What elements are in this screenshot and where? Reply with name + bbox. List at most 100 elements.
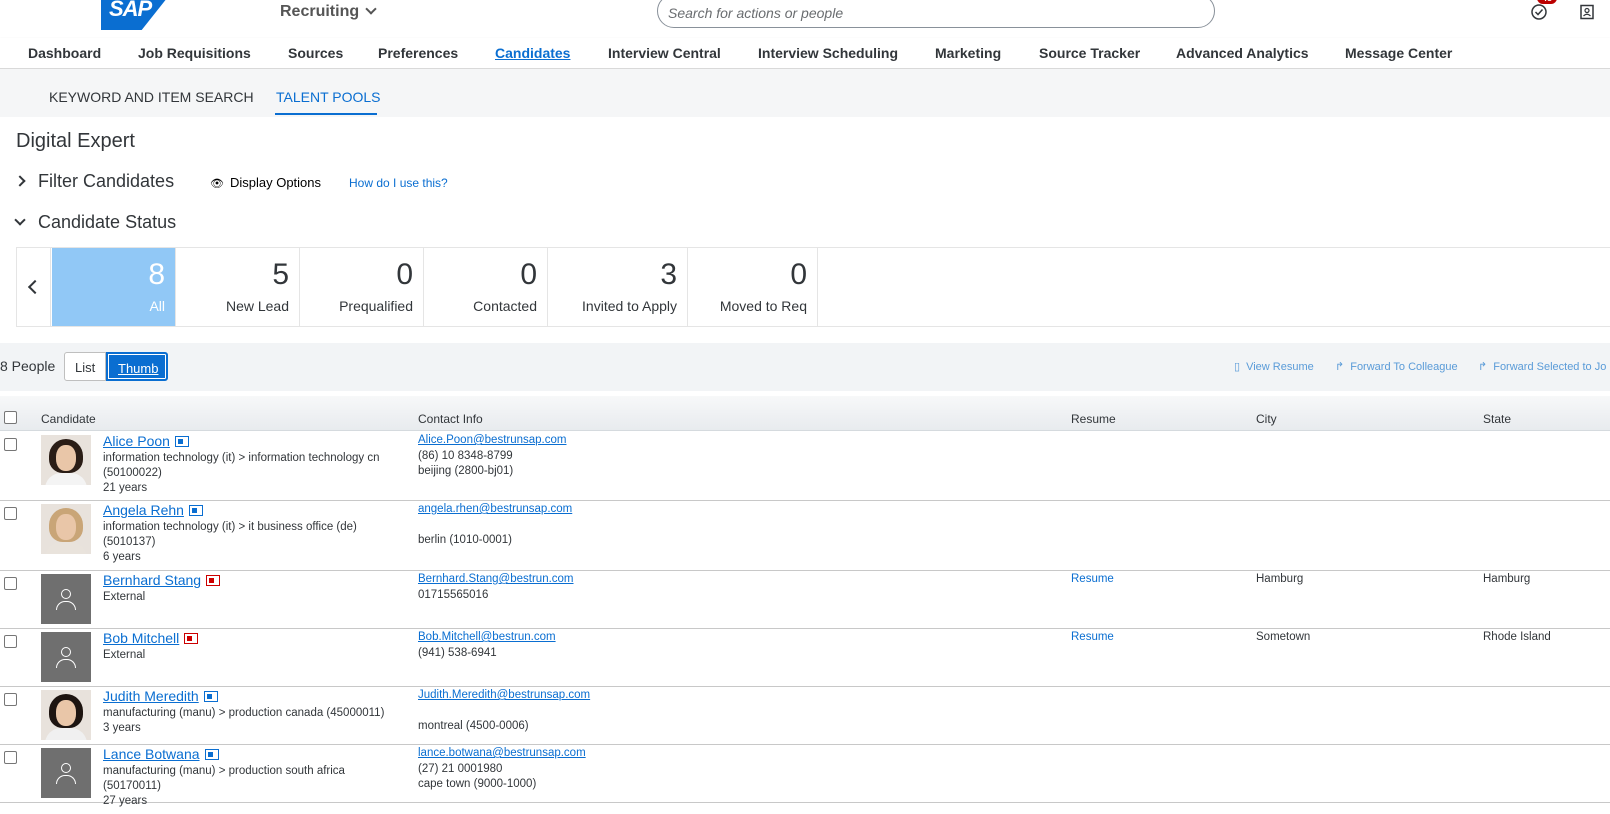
resume-card-icon[interactable] (174, 436, 189, 447)
candidate-status-toggle[interactable]: Candidate Status (14, 212, 176, 233)
nav-dashboard[interactable]: Dashboard (28, 45, 101, 61)
email-link[interactable]: Judith.Meredith@bestrunsap.com (418, 689, 590, 701)
candidate-detail: 3 years (103, 722, 141, 734)
col-contact-info[interactable]: Contact Info (418, 412, 483, 426)
table-row[interactable]: Bernhard Stang External Bernhard.Stang@bes… (0, 570, 1610, 629)
status-tile-prequalified[interactable]: 0 Prequalified (300, 248, 424, 326)
filter-candidates-toggle[interactable]: Filter Candidates (14, 171, 174, 192)
status-tile-new-lead[interactable]: 5 New Lead (176, 248, 300, 326)
avatar[interactable] (41, 690, 91, 740)
email-link[interactable]: Bob.Mitchell@bestrun.com (418, 631, 556, 643)
document-icon: ▯ (1234, 361, 1241, 373)
row-checkbox[interactable] (4, 577, 17, 590)
notifications-icon[interactable] (1531, 4, 1547, 20)
search-placeholder: Search for actions or people (668, 5, 844, 21)
email-link[interactable]: angela.rhen@bestrunsap.com (418, 503, 572, 515)
nav-interview-scheduling[interactable]: Interview Scheduling (758, 45, 898, 61)
candidate-name-link[interactable]: Judith Meredith (103, 688, 218, 704)
nav-candidates[interactable]: Candidates (495, 45, 570, 61)
resume-card-icon[interactable] (184, 633, 199, 644)
candidate-detail: (50170011) (103, 780, 161, 792)
contact-detail: beijing (2800-bj01) (418, 465, 514, 477)
contact-detail: berlin (1010-0001) (418, 534, 512, 546)
search-input[interactable]: Search for actions or people (657, 0, 1215, 28)
avatar[interactable] (41, 504, 91, 554)
eye-icon: 👁 (210, 178, 224, 190)
email-link[interactable]: lance.botwana@bestrunsap.com (418, 747, 586, 759)
tile-count: 3 (660, 258, 677, 291)
table-header: Candidate Contact Info Resume City State (0, 396, 1610, 431)
avatar-placeholder-icon[interactable] (41, 632, 91, 682)
resume-card-icon[interactable] (203, 691, 218, 702)
col-candidate[interactable]: Candidate (41, 412, 96, 426)
resume-link[interactable]: Resume (1071, 631, 1114, 643)
candidate-detail: information technology (it) > it busines… (103, 521, 357, 533)
candidate-name-link[interactable]: Angela Rehn (103, 502, 203, 518)
email-link[interactable]: Alice.Poon@bestrunsap.com (418, 434, 566, 446)
contact-detail: (86) 10 8348-8799 (418, 450, 513, 462)
app-title-menu[interactable]: Recruiting (280, 3, 377, 21)
user-profile-icon[interactable] (1579, 4, 1595, 20)
notification-badge: 48 (1537, 0, 1558, 4)
resume-card-icon[interactable] (206, 575, 221, 586)
list-view-button[interactable]: List (64, 352, 106, 381)
nav-sources[interactable]: Sources (288, 45, 343, 61)
previous-button[interactable] (17, 248, 51, 326)
nav-interview-central[interactable]: Interview Central (608, 45, 721, 61)
thumb-view-button[interactable]: Thumb (106, 352, 168, 381)
table-row[interactable]: Bob Mitchell External Bob.Mitchell@bestrun… (0, 628, 1610, 687)
row-checkbox[interactable] (4, 635, 17, 648)
col-resume[interactable]: Resume (1071, 412, 1116, 426)
row-checkbox[interactable] (4, 751, 17, 764)
table-row[interactable]: Lance Botwana manufacturing (manu) > prod… (0, 744, 1610, 807)
candidate-name-link[interactable]: Bernhard Stang (103, 572, 221, 588)
nav-job-requisitions[interactable]: Job Requisitions (138, 45, 251, 61)
action-label: Forward Selected to Jo (1493, 361, 1607, 373)
candidate-name-link[interactable]: Lance Botwana (103, 746, 219, 762)
nav-source-tracker[interactable]: Source Tracker (1039, 45, 1140, 61)
resume-card-icon[interactable] (204, 749, 219, 760)
nav-marketing[interactable]: Marketing (935, 45, 1001, 61)
status-tile-all[interactable]: 8 All (52, 248, 176, 326)
candidate-name-link[interactable]: Alice Poon (103, 433, 189, 449)
chevron-left-icon (27, 279, 43, 295)
display-options-button[interactable]: 👁 Display Options (210, 175, 321, 190)
nav-message-center[interactable]: Message Center (1345, 45, 1452, 61)
avatar-face (56, 700, 76, 726)
contact-detail: montreal (4500-0006) (418, 720, 529, 732)
forward-selected-button[interactable]: ↱ Forward Selected to Jo (1478, 360, 1606, 373)
candidate-name: Lance Botwana (103, 746, 200, 762)
status-tile-moved-to-req[interactable]: 0 Moved to Req (688, 248, 818, 326)
table-row[interactable]: Judith Meredith manufacturing (manu) > pr… (0, 686, 1610, 745)
nav-preferences[interactable]: Preferences (378, 45, 458, 61)
status-tile-invited-to-apply[interactable]: 3 Invited to Apply (548, 248, 688, 326)
row-checkbox[interactable] (4, 693, 17, 706)
table-row[interactable]: Alice Poon information technology (it) > … (0, 431, 1610, 501)
avatar-placeholder-icon[interactable] (41, 748, 91, 798)
forward-to-colleague-button[interactable]: ↱ Forward To Colleague (1335, 360, 1458, 373)
avatar-placeholder-icon[interactable] (41, 574, 91, 624)
resume-link[interactable]: Resume (1071, 573, 1114, 585)
avatar[interactable] (41, 435, 91, 485)
resume-card-icon[interactable] (188, 505, 203, 516)
row-checkbox[interactable] (4, 507, 17, 520)
state-cell: Hamburg (1483, 573, 1531, 585)
candidate-name-link[interactable]: Bob Mitchell (103, 630, 199, 646)
display-options-label: Display Options (229, 175, 322, 190)
row-checkbox[interactable] (4, 438, 17, 451)
state-cell: Rhode Island (1483, 631, 1551, 643)
sap-logo[interactable]: SAP (101, 0, 175, 30)
tab-talent-pools[interactable]: TALENT POOLS (276, 89, 381, 105)
help-link[interactable]: How do I use this? (349, 176, 448, 190)
status-tile-contacted[interactable]: 0 Contacted (424, 248, 548, 326)
col-state[interactable]: State (1483, 412, 1511, 426)
email-link[interactable]: Bernhard.Stang@bestrun.com (418, 573, 574, 585)
nav-advanced-analytics[interactable]: Advanced Analytics (1176, 45, 1309, 61)
tile-count: 0 (520, 258, 537, 291)
table-row[interactable]: Angela Rehn information technology (it) >… (0, 500, 1610, 571)
select-all-checkbox[interactable] (4, 411, 17, 424)
contact-detail: 01715565016 (418, 589, 489, 601)
tab-keyword-search[interactable]: KEYWORD AND ITEM SEARCH (49, 89, 254, 105)
view-resume-button[interactable]: ▯ View Resume (1234, 360, 1314, 373)
col-city[interactable]: City (1256, 412, 1277, 426)
